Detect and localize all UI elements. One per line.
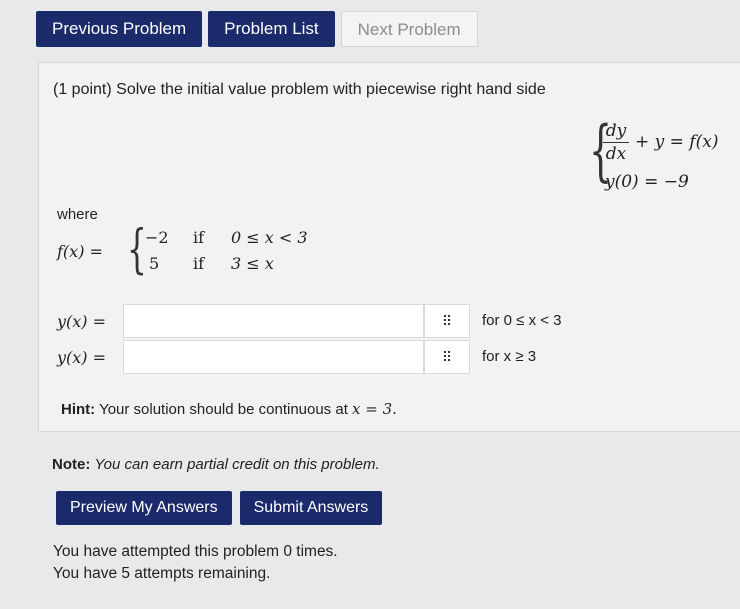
hint: Hint: Your solution should be continuous… xyxy=(61,400,397,418)
where-text: where xyxy=(57,206,98,223)
problem-statement: (1 point) Solve the initial value proble… xyxy=(53,81,546,98)
note-text: You can earn partial credit on this prob… xyxy=(94,456,380,473)
piecewise-value: −2 xyxy=(145,228,169,247)
attempts-made: You have attempted this problem 0 times. xyxy=(53,543,338,560)
piecewise-if: if xyxy=(193,254,205,273)
equation-rhs: + y = f(x) xyxy=(635,132,719,152)
piecewise-if: if xyxy=(193,228,205,247)
differential-equation-system: { dy dx + y = f(x) y(0) = −9 xyxy=(589,118,740,196)
problem-navigation: Previous Problem Problem List Next Probl… xyxy=(36,11,478,47)
hint-text: Your solution should be continuous at xyxy=(99,401,348,418)
attempts-info: You have attempted this problem 0 times.… xyxy=(53,541,338,585)
fraction-denominator: dx xyxy=(605,144,627,164)
piecewise-value: 5 xyxy=(149,254,160,273)
equation-editor-icon[interactable]: ⠿ xyxy=(424,304,470,338)
attempts-remaining: You have 5 attempts remaining. xyxy=(53,565,271,582)
piecewise-condition: 3 ≤ x xyxy=(231,254,274,273)
piecewise-brace: { xyxy=(127,220,147,280)
fraction-numerator: dy xyxy=(603,120,629,143)
derivative-fraction: dy dx xyxy=(603,120,629,165)
note-label: Note: xyxy=(52,456,91,473)
answer-condition: for x ≥ 3 xyxy=(482,348,537,365)
equation-editor-icon[interactable]: ⠿ xyxy=(424,340,470,374)
hint-math: x = 3. xyxy=(352,400,397,418)
answer-input-first[interactable] xyxy=(123,304,424,338)
piecewise-condition: 0 ≤ x < 3 xyxy=(231,228,308,247)
problem-panel: (1 point) Solve the initial value proble… xyxy=(38,62,740,432)
problem-list-button[interactable]: Problem List xyxy=(208,11,335,47)
answer-row-second: y(x) = ⠿ for x ≥ 3 xyxy=(57,340,617,374)
answer-input-second[interactable] xyxy=(123,340,424,374)
hint-label: Hint: xyxy=(61,401,96,418)
answer-label: y(x) = xyxy=(57,312,107,331)
answer-label: y(x) = xyxy=(57,348,107,367)
initial-condition: y(0) = −9 xyxy=(605,172,689,192)
piecewise-lhs: f(x) = xyxy=(57,242,103,261)
piecewise-definition: f(x) = { −2 if 0 ≤ x < 3 5 if 3 ≤ x xyxy=(57,224,327,280)
preview-answers-button[interactable]: Preview My Answers xyxy=(56,491,232,525)
answer-condition: for 0 ≤ x < 3 xyxy=(482,312,562,329)
submit-answers-button[interactable]: Submit Answers xyxy=(239,491,383,525)
partial-credit-note: Note: You can earn partial credit on thi… xyxy=(52,456,380,473)
next-problem-button: Next Problem xyxy=(340,11,478,47)
answer-actions: Preview My Answers Submit Answers xyxy=(56,491,383,525)
previous-problem-button[interactable]: Previous Problem xyxy=(36,11,203,47)
answer-row-first: y(x) = ⠿ for 0 ≤ x < 3 xyxy=(57,304,617,338)
